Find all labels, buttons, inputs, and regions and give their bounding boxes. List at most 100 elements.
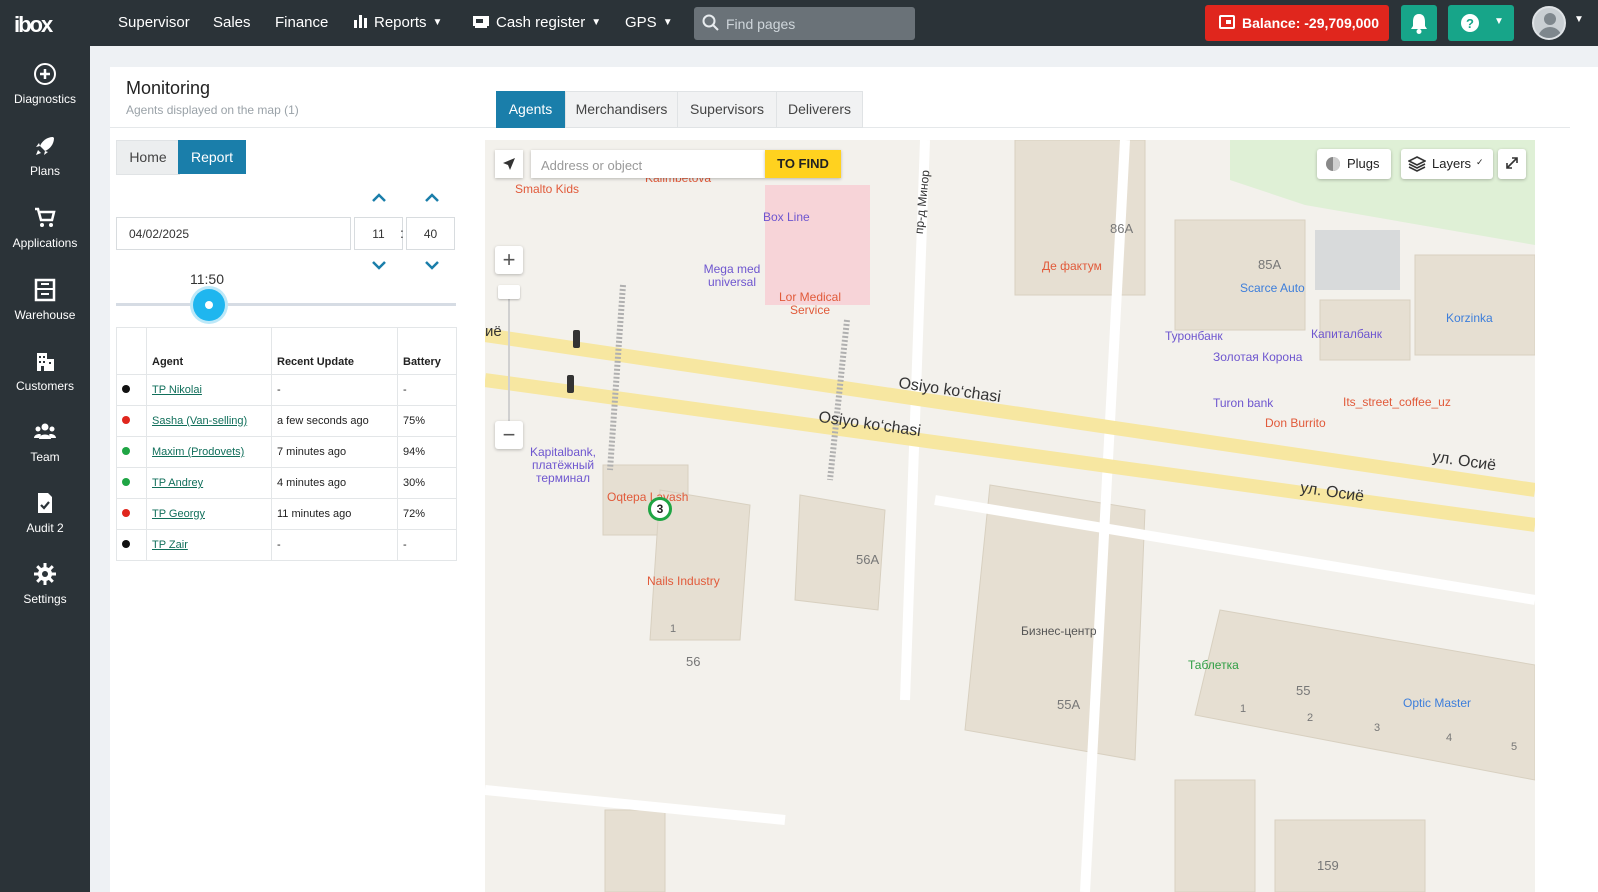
update-cell: a few seconds ago [271, 405, 398, 437]
table-row[interactable]: Sasha (Van-selling) a few seconds ago 75… [116, 405, 457, 437]
fullscreen-button[interactable] [1498, 149, 1526, 179]
layers-button[interactable]: Layers ✓ [1401, 149, 1493, 179]
table-row[interactable]: TP Zair - - [116, 529, 457, 561]
plugs-button[interactable]: Plugs [1317, 149, 1391, 179]
report-button[interactable]: Report [178, 140, 246, 174]
hour-field[interactable] [354, 217, 403, 250]
time-slider-handle[interactable] [193, 289, 225, 321]
nav-finance[interactable]: Finance [275, 0, 328, 46]
tab-agents[interactable]: Agents [496, 91, 565, 128]
sidebar-item-applications[interactable]: Applications [0, 206, 90, 266]
poi-label[interactable]: Optic Master [1403, 696, 1471, 710]
nav-reports[interactable]: Reports ▼ [354, 0, 442, 46]
chevron-down-icon[interactable]: ▼ [1574, 14, 1584, 25]
sidebar-item-customers[interactable]: Customers [0, 349, 90, 409]
poi-label[interactable]: Oqtepa Lavash [607, 490, 688, 504]
poi-label[interactable]: Kapitalbank, платёжный терминал [523, 446, 603, 485]
cash-register-icon [473, 16, 489, 28]
app-logo[interactable]: ibox [14, 9, 76, 37]
zoom-slider-track[interactable] [508, 295, 510, 425]
sidebar-item-settings[interactable]: Settings [0, 562, 90, 622]
agent-link[interactable]: TP Georgy [152, 508, 205, 520]
poi-label[interactable]: Box Line [763, 210, 810, 224]
minute-down-chevron-icon[interactable] [425, 260, 439, 270]
map-view[interactable]: Osiyo ko‘chasi Osiyo ko‘chasi ул. Осиё у… [485, 140, 1535, 892]
sidebar-item-plans[interactable]: Plans [0, 134, 90, 194]
agent-link[interactable]: Maxim (Prodovets) [152, 446, 244, 458]
nav-cash-register[interactable]: Cash register ▼ [473, 0, 601, 46]
poi-label[interactable]: Its_street_coffee_uz [1343, 395, 1451, 409]
cart-icon [35, 207, 56, 227]
update-cell: 11 minutes ago [271, 498, 398, 530]
balance-label: Balance: -29,709,000 [1242, 15, 1379, 31]
status-dot [122, 416, 130, 424]
table-row[interactable]: TP Nikolai - - [116, 374, 457, 406]
find-pages-search[interactable] [694, 7, 915, 40]
minute-field[interactable] [406, 217, 455, 250]
poi-label[interactable]: Туронбанк [1165, 329, 1223, 343]
zoom-out-button[interactable]: − [495, 421, 523, 449]
nav-sales[interactable]: Sales [213, 0, 251, 46]
poi-label[interactable]: Де фактум [1042, 259, 1102, 273]
poi-label[interactable]: Nails Industry [647, 574, 720, 588]
home-button[interactable]: Home [116, 140, 180, 175]
tab-merchandisers[interactable]: Merchandisers [565, 91, 678, 128]
poi-label[interactable]: Таблетка [1188, 658, 1239, 672]
help-dropdown[interactable]: ? ▼ [1448, 5, 1514, 41]
map-address-search[interactable] [531, 150, 765, 178]
minute-up-chevron-icon[interactable] [425, 193, 439, 203]
agent-link[interactable]: Sasha (Van-selling) [152, 415, 247, 427]
date-field[interactable] [116, 217, 351, 250]
zoom-slider-handle[interactable] [498, 285, 520, 299]
top-bar: ibox Supervisor Sales Finance Reports ▼ C… [0, 0, 1598, 46]
notifications-button[interactable] [1401, 5, 1437, 41]
nav-supervisor[interactable]: Supervisor [118, 0, 190, 46]
hour-down-chevron-icon[interactable] [372, 260, 386, 270]
hour-input[interactable] [355, 218, 402, 249]
sidebar: Diagnostics Plans Applications Warehouse… [0, 46, 90, 892]
building-number: 4 [1446, 732, 1453, 744]
poi-label[interactable]: Mega med universal [701, 263, 763, 289]
poi-label[interactable]: Золотая Корона [1213, 350, 1302, 364]
sidebar-item-team[interactable]: Team [0, 420, 90, 480]
hour-up-chevron-icon[interactable] [372, 193, 386, 203]
agent-link[interactable]: TP Zair [152, 539, 188, 551]
agent-link[interactable]: TP Nikolai [152, 384, 202, 396]
date-input[interactable] [117, 218, 350, 249]
balance-badge[interactable]: Balance: -29,709,000 [1205, 5, 1389, 41]
address-input[interactable] [539, 154, 761, 176]
poi-label[interactable]: Бизнес-центр [1021, 624, 1097, 638]
poi-label[interactable]: Korzinka [1446, 311, 1493, 325]
poi-label[interactable]: Scarce Auto [1240, 281, 1305, 295]
sidebar-item-audit-2[interactable]: Audit 2 [0, 491, 90, 551]
nav-gps[interactable]: GPS ▼ [625, 0, 673, 46]
poi-label[interactable]: Lor Medical Service [770, 291, 850, 317]
agent-column-header[interactable]: Agent [146, 327, 272, 375]
battery-column-header[interactable]: Battery [397, 327, 457, 375]
tab-supervisors[interactable]: Supervisors [677, 91, 777, 128]
user-avatar[interactable] [1532, 6, 1566, 40]
agent-marker[interactable]: 3 [648, 497, 672, 521]
poi-label[interactable]: Капиталбанк [1311, 327, 1382, 341]
to-find-button[interactable]: TO FIND [765, 150, 841, 178]
poi-label[interactable]: Turon bank [1213, 396, 1273, 410]
find-pages-input[interactable] [724, 12, 908, 36]
agent-link[interactable]: TP Andrey [152, 477, 203, 489]
poi-label[interactable]: Smalto Kids [515, 182, 579, 196]
poi-label[interactable]: Don Burrito [1265, 416, 1326, 430]
zoom-in-button[interactable]: + [495, 246, 523, 274]
time-slider-track[interactable] [116, 303, 456, 306]
table-row[interactable]: TP Georgy 11 minutes ago 72% [116, 498, 457, 530]
team-icon [34, 423, 56, 439]
map-tiles [485, 140, 1535, 892]
status-dot [122, 509, 130, 517]
tab-deliverers[interactable]: Deliverers [776, 91, 863, 128]
table-row[interactable]: TP Andrey 4 minutes ago 30% [116, 467, 457, 499]
table-row[interactable]: Maxim (Prodovets) 7 minutes ago 94% [116, 436, 457, 468]
recent-update-column-header[interactable]: Recent Update [271, 327, 398, 375]
minute-input[interactable] [407, 218, 454, 249]
sidebar-item-diagnostics[interactable]: Diagnostics [0, 62, 90, 122]
chevron-down-icon: ▼ [432, 17, 443, 29]
locate-button[interactable] [495, 150, 523, 178]
sidebar-item-warehouse[interactable]: Warehouse [0, 278, 90, 338]
